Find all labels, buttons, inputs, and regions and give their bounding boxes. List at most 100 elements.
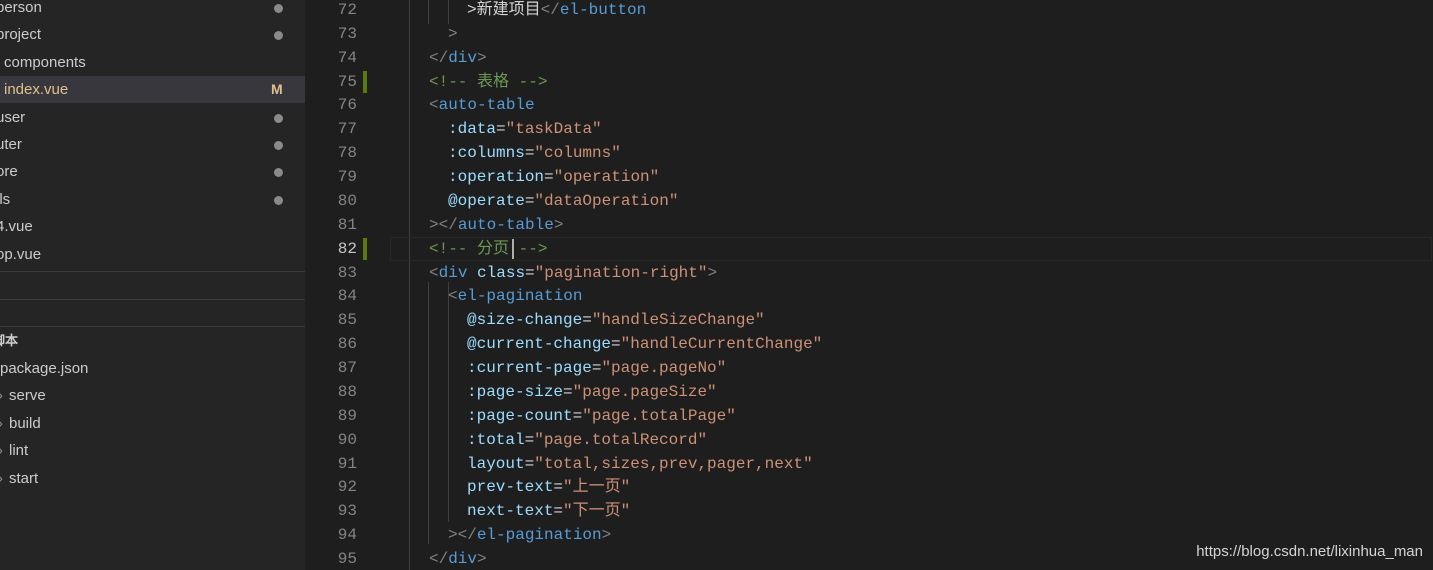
code-token: "columns" bbox=[534, 144, 621, 162]
npm-script-label: start bbox=[9, 470, 39, 487]
explorer-item[interactable]: user bbox=[0, 104, 305, 131]
code-line[interactable]: 92 prev-text="上一页" bbox=[305, 475, 1433, 499]
code-line[interactable]: 82 <!-- 分页 --> bbox=[305, 237, 1433, 261]
code-token: auto-table bbox=[457, 216, 554, 234]
code-token: "pagination-right" bbox=[534, 264, 708, 282]
code-line[interactable]: 83 <div class="pagination-right"> bbox=[305, 261, 1433, 285]
code-text: :page-count="page.totalPage" bbox=[467, 404, 736, 428]
code-token: > bbox=[601, 526, 612, 544]
code-text: </div> bbox=[429, 46, 487, 70]
code-line[interactable]: 80 @operate="dataOperation" bbox=[305, 189, 1433, 213]
line-number: 76 bbox=[337, 96, 357, 114]
explorer-item-label: ils bbox=[0, 191, 11, 208]
code-line[interactable]: 75 <!-- 表格 --> bbox=[305, 70, 1433, 94]
code-token: < bbox=[429, 264, 439, 282]
code-line[interactable]: 87:current-page="page.pageNo" bbox=[305, 356, 1433, 380]
code-line[interactable]: 74 </div> bbox=[305, 46, 1433, 70]
code-token: prev-text bbox=[467, 478, 554, 496]
explorer-item-label: project bbox=[0, 26, 42, 43]
npm-package-item[interactable]: package.json bbox=[0, 355, 305, 382]
code-line[interactable]: 91 layout="total,sizes,prev,pager,next" bbox=[305, 452, 1433, 476]
code-line[interactable]: 81 ></auto-table> bbox=[305, 213, 1433, 237]
code-line[interactable]: 78:columns="columns" bbox=[305, 141, 1433, 165]
line-number: 77 bbox=[337, 120, 357, 138]
code-token: next-text bbox=[467, 502, 554, 520]
code-text: <div class="pagination-right"> bbox=[429, 261, 717, 285]
npm-script-item[interactable]: › serve bbox=[0, 382, 305, 409]
code-line[interactable]: 93 next-text="下一页" bbox=[305, 499, 1433, 523]
code-token: = bbox=[582, 311, 592, 329]
script-icon: › bbox=[0, 382, 3, 409]
code-line[interactable]: 85 @size-change="handleSizeChange" bbox=[305, 308, 1433, 332]
npm-scripts-title: 脚本 bbox=[0, 333, 19, 348]
code-token: = bbox=[553, 478, 564, 496]
code-line[interactable]: 90:total="page.totalRecord" bbox=[305, 428, 1433, 452]
code-token: > bbox=[707, 264, 718, 282]
explorer-item[interactable]: ore bbox=[0, 158, 305, 185]
code-text: @operate="dataOperation" bbox=[448, 189, 678, 213]
code-line[interactable]: 72 >新建项目</el-button bbox=[305, 0, 1433, 22]
line-number: 89 bbox=[337, 407, 357, 425]
modified-line-indicator bbox=[363, 71, 367, 93]
explorer-item[interactable]: 4.vue bbox=[0, 213, 305, 240]
code-token: div bbox=[448, 550, 478, 568]
npm-scripts-header[interactable]: 脚本 bbox=[0, 327, 305, 354]
code-token: </ bbox=[429, 550, 449, 568]
code-token: = bbox=[524, 192, 535, 210]
code-token: class bbox=[477, 264, 526, 282]
line-number: 91 bbox=[337, 455, 357, 473]
explorer-item[interactable]: person bbox=[0, 0, 305, 21]
code-token: "page.totalRecord" bbox=[534, 431, 708, 449]
code-text: :total="page.totalRecord" bbox=[467, 428, 707, 452]
explorer-item-label: 4.vue bbox=[0, 218, 33, 235]
code-line[interactable]: 77:data="taskData" bbox=[305, 117, 1433, 141]
code-text: </div> bbox=[429, 547, 487, 570]
line-number: 74 bbox=[337, 49, 357, 67]
code-token: :columns bbox=[448, 144, 525, 162]
code-line[interactable]: 88:page-size="page.pageSize" bbox=[305, 380, 1433, 404]
code-token: :page-count bbox=[467, 407, 573, 425]
code-line[interactable]: 84 <el-pagination bbox=[305, 284, 1433, 308]
code-editor[interactable]: 72 >新建项目</el-button 73 >74 </div> 75 <!-- 表格 -… bbox=[305, 0, 1433, 570]
code-line[interactable]: 89 :page-count="page.totalPage" bbox=[305, 404, 1433, 428]
modified-dot-icon bbox=[274, 196, 283, 205]
explorer-item-label: index.vue bbox=[4, 81, 69, 98]
npm-script-item[interactable]: › build bbox=[0, 410, 305, 437]
code-line[interactable]: 73 > bbox=[305, 22, 1433, 46]
code-token: "page.pageSize" bbox=[572, 383, 717, 401]
code-text: <!-- 分页 --> bbox=[429, 237, 547, 261]
explorer-item[interactable]: project bbox=[0, 21, 305, 48]
modified-line-indicator bbox=[363, 238, 367, 260]
code-token: = bbox=[524, 431, 535, 449]
code-token: ></ bbox=[429, 216, 458, 234]
code-line[interactable]: 79:operation="operation" bbox=[305, 165, 1433, 189]
code-line[interactable]: 76 <auto-table bbox=[305, 93, 1433, 117]
watermark: https://blog.csdn.net/lixinhua_man bbox=[1196, 543, 1423, 560]
code-token: "handleCurrentChange" bbox=[620, 335, 823, 353]
code-token: "operation" bbox=[553, 168, 660, 186]
npm-script-item[interactable]: › start bbox=[0, 465, 305, 492]
npm-script-item[interactable]: › lint bbox=[0, 437, 305, 464]
npm-script-label: lint bbox=[9, 442, 29, 459]
code-text: <auto-table bbox=[429, 93, 535, 117]
line-number: 80 bbox=[337, 192, 357, 210]
explorer-item[interactable]: components bbox=[0, 49, 305, 76]
code-token: auto-table bbox=[438, 96, 535, 114]
explorer-item[interactable]: ils bbox=[0, 186, 305, 213]
code-token: = bbox=[524, 144, 535, 162]
code-token: = bbox=[611, 335, 621, 353]
code-token: "page.pageNo" bbox=[601, 359, 727, 377]
explorer-item[interactable]: op.vue bbox=[0, 241, 305, 268]
code-line[interactable]: 86 @current-change="handleCurrentChange" bbox=[305, 332, 1433, 356]
explorer-item-label: uter bbox=[0, 136, 22, 153]
code-token: @size-change bbox=[467, 311, 583, 329]
line-number: 73 bbox=[337, 25, 357, 43]
explorer-item[interactable]: index.vue M bbox=[0, 76, 305, 103]
explorer-item[interactable]: uter bbox=[0, 131, 305, 158]
line-number: 94 bbox=[337, 526, 357, 544]
line-number: 75 bbox=[337, 73, 357, 91]
code-token: < bbox=[448, 287, 458, 305]
code-token: >新建项目 bbox=[467, 1, 541, 19]
code-text: <el-pagination bbox=[448, 284, 582, 308]
code-token: > bbox=[477, 550, 487, 568]
